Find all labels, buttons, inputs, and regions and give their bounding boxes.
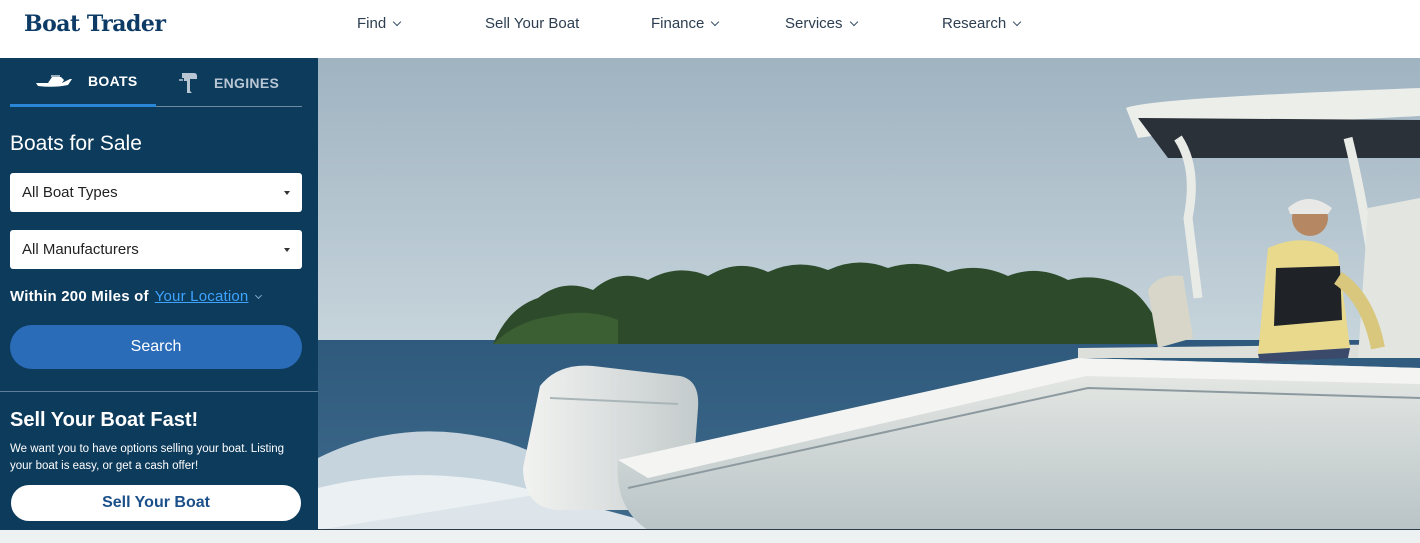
tab-boats-label: BOATS — [88, 73, 138, 89]
boat-type-select[interactable]: All Boat Types — [10, 173, 302, 212]
hero-bottom-border — [318, 529, 1420, 530]
search-button[interactable]: Search — [10, 325, 302, 369]
nav-sell-label: Sell Your Boat — [485, 15, 580, 32]
nav-research-label: Research — [942, 15, 1007, 32]
nav-research[interactable]: Research — [942, 15, 1022, 32]
nav-services[interactable]: Services — [785, 15, 858, 32]
caret-down-icon — [284, 248, 290, 252]
chevron-down-icon — [1012, 17, 1022, 27]
nav-sell-your-boat[interactable]: Sell Your Boat — [485, 15, 579, 32]
nav-finance[interactable]: Finance — [651, 15, 720, 32]
nav-services-label: Services — [785, 15, 843, 32]
outboard-engine-icon — [179, 72, 197, 93]
manufacturer-value: All Manufacturers — [22, 241, 139, 258]
nav-finance-label: Finance — [651, 15, 705, 32]
chevron-down-icon — [849, 17, 858, 27]
boat-type-value: All Boat Types — [22, 184, 118, 201]
search-radius: Within 200 Miles of Your Location — [10, 288, 263, 305]
tab-boats[interactable]: BOATS — [10, 58, 156, 107]
panel-divider — [0, 391, 318, 392]
tab-engines[interactable]: ENGINES — [156, 58, 302, 107]
search-tabs: BOATS ENGINES — [10, 58, 302, 107]
sell-promo-description: We want you to have options selling your… — [10, 443, 285, 472]
chevron-down-icon[interactable] — [255, 291, 263, 299]
boat-icon — [36, 75, 72, 87]
nav-find[interactable]: Find — [357, 15, 402, 32]
boat-trader-logo[interactable]: Boat Trader — [24, 11, 166, 37]
manufacturer-select[interactable]: All Manufacturers — [10, 230, 302, 269]
top-navigation-bar: Boat Trader Find Sell Your Boat Finance … — [0, 0, 1420, 58]
radius-text: Within 200 Miles of — [10, 288, 149, 305]
chevron-down-icon — [392, 17, 402, 27]
panel-title: Boats for Sale — [10, 132, 142, 155]
your-location-link[interactable]: Your Location — [155, 288, 249, 305]
tab-engines-label: ENGINES — [214, 74, 280, 91]
hero-boat-photo — [318, 58, 1420, 530]
search-panel: BOATS ENGINES Boats for Sale All Boat Ty… — [0, 58, 318, 530]
hero-image-illustration — [318, 58, 1420, 530]
sell-your-boat-button[interactable]: Sell Your Boat — [10, 484, 302, 522]
chevron-down-icon — [711, 17, 720, 27]
nav-find-label: Find — [357, 15, 387, 32]
caret-down-icon — [284, 191, 290, 195]
sell-promo-title: Sell Your Boat Fast! — [10, 409, 199, 431]
